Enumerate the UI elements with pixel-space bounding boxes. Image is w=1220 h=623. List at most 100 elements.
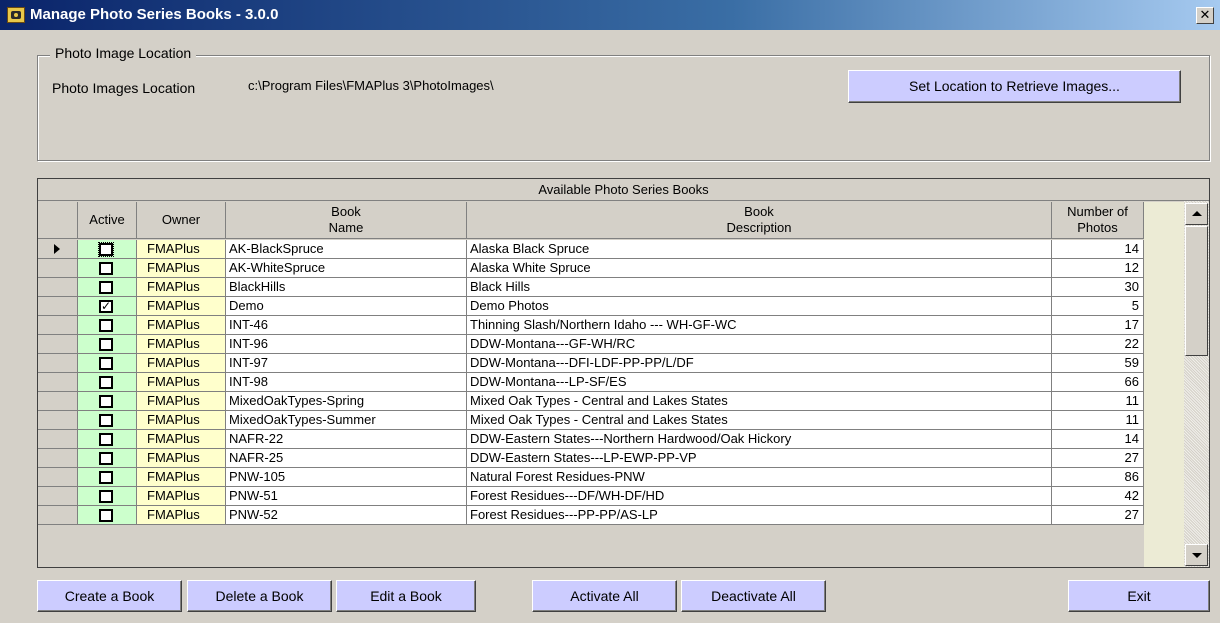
active-checkbox[interactable] — [99, 338, 113, 351]
book-description-cell[interactable]: DDW-Montana---GF-WH/RC — [467, 335, 1052, 354]
photo-count-cell[interactable]: 66 — [1052, 373, 1144, 392]
book-name-cell[interactable]: INT-46 — [226, 316, 467, 335]
table-row[interactable]: FMAPlus PNW-51 Forest Residues---DF/WH-DF/… — [38, 487, 1144, 506]
book-description-cell[interactable]: Demo Photos — [467, 297, 1052, 316]
exit-button[interactable]: Exit — [1068, 580, 1210, 612]
book-name-cell[interactable]: INT-96 — [226, 335, 467, 354]
table-row[interactable]: FMAPlus INT-97 DDW-Montana---DFI-LDF-PP-PP… — [38, 354, 1144, 373]
book-description-cell[interactable]: Alaska White Spruce — [467, 259, 1052, 278]
book-name-cell[interactable]: PNW-105 — [226, 468, 467, 487]
owner-cell[interactable]: FMAPlus — [137, 430, 226, 449]
table-row[interactable]: FMAPlus PNW-105 Natural Forest Residues-PN… — [38, 468, 1144, 487]
book-description-cell[interactable]: DDW-Montana---DFI-LDF-PP-PP/L/DF — [467, 354, 1052, 373]
book-name-cell[interactable]: NAFR-22 — [226, 430, 467, 449]
table-row[interactable]: FMAPlus AK-BlackSpruce Alaska Black Spruce… — [38, 240, 1144, 259]
book-name-cell[interactable]: PNW-51 — [226, 487, 467, 506]
row-selector[interactable] — [38, 373, 78, 392]
book-name-cell[interactable]: PNW-52 — [226, 506, 467, 525]
owner-cell[interactable]: FMAPlus — [137, 259, 226, 278]
delete-book-button[interactable]: Delete a Book — [187, 580, 332, 612]
photo-count-cell[interactable]: 14 — [1052, 240, 1144, 259]
photo-count-cell[interactable]: 42 — [1052, 487, 1144, 506]
owner-cell[interactable]: FMAPlus — [137, 373, 226, 392]
book-description-cell[interactable]: Black Hills — [467, 278, 1052, 297]
scroll-down-button[interactable] — [1185, 544, 1208, 566]
photo-count-cell[interactable]: 86 — [1052, 468, 1144, 487]
row-selector[interactable] — [38, 430, 78, 449]
table-row[interactable]: FMAPlus BlackHills Black Hills 30 — [38, 278, 1144, 297]
owner-cell[interactable]: FMAPlus — [137, 411, 226, 430]
row-selector[interactable] — [38, 240, 78, 259]
table-row[interactable]: FMAPlus AK-WhiteSpruce Alaska White Spruce… — [38, 259, 1144, 278]
owner-cell[interactable]: FMAPlus — [137, 468, 226, 487]
book-name-cell[interactable]: AK-BlackSpruce — [226, 240, 467, 259]
owner-cell[interactable]: FMAPlus — [137, 335, 226, 354]
close-button[interactable]: ✕ — [1196, 7, 1214, 24]
table-row[interactable]: FMAPlus INT-96 DDW-Montana---GF-WH/RC 22 — [38, 335, 1144, 354]
book-description-cell[interactable]: DDW-Montana---LP-SF/ES — [467, 373, 1052, 392]
row-selector[interactable] — [38, 259, 78, 278]
active-checkbox[interactable] — [99, 433, 113, 446]
activate-all-button[interactable]: Activate All — [532, 580, 677, 612]
table-row[interactable]: FMAPlus INT-46 Thinning Slash/Northern Ida… — [38, 316, 1144, 335]
header-number-of-photos[interactable]: Number of Photos — [1052, 202, 1144, 239]
table-row[interactable]: FMAPlus NAFR-22 DDW-Eastern States---North… — [38, 430, 1144, 449]
book-description-cell[interactable]: Thinning Slash/Northern Idaho --- WH-GF-… — [467, 316, 1052, 335]
owner-cell[interactable]: FMAPlus — [137, 297, 226, 316]
active-checkbox[interactable]: ✓ — [99, 300, 113, 313]
active-checkbox[interactable] — [99, 376, 113, 389]
edit-book-button[interactable]: Edit a Book — [336, 580, 476, 612]
photo-count-cell[interactable]: 27 — [1052, 449, 1144, 468]
row-selector[interactable] — [38, 354, 78, 373]
photo-count-cell[interactable]: 11 — [1052, 392, 1144, 411]
owner-cell[interactable]: FMAPlus — [137, 278, 226, 297]
photo-count-cell[interactable]: 12 — [1052, 259, 1144, 278]
table-row[interactable]: FMAPlus INT-98 DDW-Montana---LP-SF/ES 66 — [38, 373, 1144, 392]
active-checkbox[interactable] — [99, 262, 113, 275]
header-active[interactable]: Active — [78, 202, 137, 239]
active-checkbox[interactable] — [99, 471, 113, 484]
photo-count-cell[interactable]: 5 — [1052, 297, 1144, 316]
owner-cell[interactable]: FMAPlus — [137, 316, 226, 335]
active-checkbox[interactable] — [98, 242, 114, 257]
row-selector[interactable] — [38, 297, 78, 316]
book-description-cell[interactable]: DDW-Eastern States---Northern Hardwood/O… — [467, 430, 1052, 449]
photo-count-cell[interactable]: 17 — [1052, 316, 1144, 335]
photo-count-cell[interactable]: 27 — [1052, 506, 1144, 525]
owner-cell[interactable]: FMAPlus — [137, 506, 226, 525]
active-checkbox[interactable] — [99, 319, 113, 332]
book-description-cell[interactable]: Mixed Oak Types - Central and Lakes Stat… — [467, 411, 1052, 430]
deactivate-all-button[interactable]: Deactivate All — [681, 580, 826, 612]
active-checkbox[interactable] — [99, 509, 113, 522]
row-selector[interactable] — [38, 278, 78, 297]
row-selector[interactable] — [38, 392, 78, 411]
book-description-cell[interactable]: Forest Residues---PP-PP/AS-LP — [467, 506, 1052, 525]
row-selector[interactable] — [38, 316, 78, 335]
table-row[interactable]: FMAPlus PNW-52 Forest Residues---PP-PP/AS-… — [38, 506, 1144, 525]
book-name-cell[interactable]: AK-WhiteSpruce — [226, 259, 467, 278]
owner-cell[interactable]: FMAPlus — [137, 449, 226, 468]
book-name-cell[interactable]: INT-98 — [226, 373, 467, 392]
row-selector[interactable] — [38, 335, 78, 354]
photo-count-cell[interactable]: 59 — [1052, 354, 1144, 373]
active-checkbox[interactable] — [99, 490, 113, 503]
active-checkbox[interactable] — [99, 395, 113, 408]
book-name-cell[interactable]: Demo — [226, 297, 467, 316]
active-checkbox[interactable] — [99, 452, 113, 465]
book-description-cell[interactable]: Mixed Oak Types - Central and Lakes Stat… — [467, 392, 1052, 411]
book-description-cell[interactable]: Alaska Black Spruce — [467, 240, 1052, 259]
row-selector[interactable] — [38, 468, 78, 487]
row-selector[interactable] — [38, 506, 78, 525]
row-selector[interactable] — [38, 487, 78, 506]
create-book-button[interactable]: Create a Book — [37, 580, 182, 612]
active-checkbox[interactable] — [99, 281, 113, 294]
active-checkbox[interactable] — [99, 357, 113, 370]
table-row[interactable]: ✓ FMAPlus Demo Demo Photos 5 — [38, 297, 1144, 316]
book-description-cell[interactable]: DDW-Eastern States---LP-EWP-PP-VP — [467, 449, 1052, 468]
photo-count-cell[interactable]: 14 — [1052, 430, 1144, 449]
owner-cell[interactable]: FMAPlus — [137, 392, 226, 411]
active-checkbox[interactable] — [99, 414, 113, 427]
owner-cell[interactable]: FMAPlus — [137, 354, 226, 373]
book-name-cell[interactable]: BlackHills — [226, 278, 467, 297]
book-name-cell[interactable]: NAFR-25 — [226, 449, 467, 468]
